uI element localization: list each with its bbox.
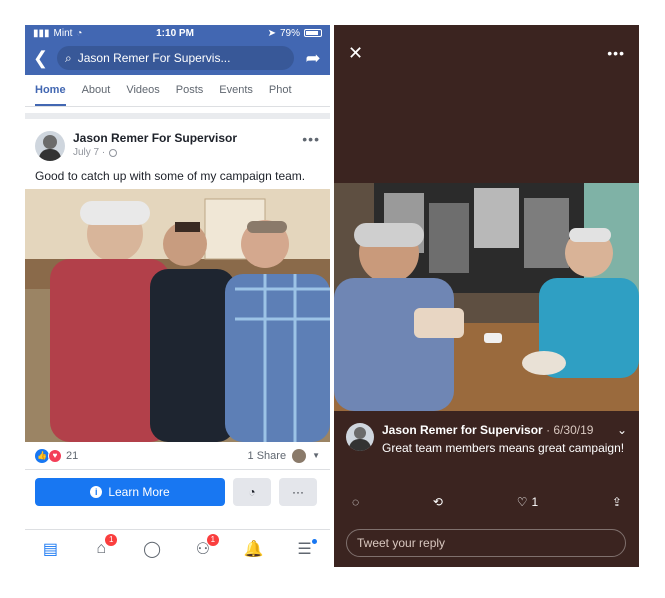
twitter-screen: ✕ ••• Jason Remer for Supervisor · 6/30/… <box>334 25 639 567</box>
tweet-actions: ◌ ⟲ ♡ 1 ⇪ <box>352 495 622 509</box>
status-right: ➤ 79% <box>268 28 322 39</box>
facebook-screen: ▮▮▮ Mint ◔ 1:10 PM ➤ 79% ❮ ⌕ Jason Remer… <box>25 25 330 567</box>
marketplace-badge: 1 <box>105 533 118 546</box>
news-feed-icon[interactable]: ▤ <box>38 537 62 561</box>
signal-icon: ▮▮▮ <box>33 27 50 39</box>
post-date-row: July 7 · <box>73 147 237 158</box>
page-mini-avatar[interactable] <box>292 448 307 463</box>
tab-home[interactable]: Home <box>35 75 66 106</box>
tweet-author[interactable]: Jason Remer for Supervisor <box>382 423 543 437</box>
tweet-date: · 6/30/19 <box>542 423 594 437</box>
cta-row: i Learn More ◔ ··· <box>25 470 330 514</box>
wifi-icon: ◔ <box>76 27 83 39</box>
status-left: ▮▮▮ Mint ◔ <box>33 28 82 39</box>
reply-button[interactable]: ◌ <box>352 495 359 509</box>
reply-icon: ◌ <box>352 495 360 509</box>
post-header: Jason Remer For Supervisor July 7 · ••• <box>25 125 330 167</box>
groups-icon[interactable]: ⚇ 1 <box>191 533 219 561</box>
divider <box>25 113 330 119</box>
retweet-icon: ⟲ <box>432 495 443 509</box>
post-meta: Jason Remer For Supervisor July 7 · <box>73 131 237 158</box>
battery-icon <box>303 29 322 37</box>
reply-placeholder: Tweet your reply <box>357 536 446 550</box>
tab-photos[interactable]: Phot <box>269 75 292 106</box>
reactions-right: 1 Share ▼ <box>248 448 320 463</box>
search-bar[interactable]: ⌕ Jason Remer For Supervis... <box>57 46 294 70</box>
menu-notification-dot <box>311 538 317 544</box>
tab-events[interactable]: Events <box>219 75 253 106</box>
battery-percent: 79% <box>279 27 300 39</box>
location-icon: ➤ <box>267 27 276 39</box>
tweet-reply-input[interactable]: Tweet your reply <box>346 529 626 557</box>
tweet-top-bar: ✕ ••• <box>334 25 639 81</box>
search-icon: ⌕ <box>65 50 72 65</box>
post-text: Good to catch up with some of my campaig… <box>35 169 306 183</box>
messenger-button[interactable]: ◔ <box>233 478 271 506</box>
chevron-down-icon[interactable]: ⌄ <box>617 423 627 437</box>
tweet-caption: Jason Remer for Supervisor · 6/30/19 Gre… <box>346 423 627 456</box>
globe-icon <box>109 148 118 157</box>
back-chevron-icon[interactable]: ❮ <box>33 48 48 69</box>
heart-icon: ♡ <box>516 495 528 509</box>
more-label: ··· <box>292 485 304 499</box>
status-bar: ▮▮▮ Mint ◔ 1:10 PM ➤ 79% <box>25 25 330 41</box>
reaction-count: 21 <box>66 449 79 462</box>
bell-icon[interactable]: 🔔 <box>242 537 266 561</box>
post-author[interactable]: Jason Remer For Supervisor <box>73 131 237 145</box>
chevron-down-icon[interactable]: ▼ <box>312 451 320 460</box>
marketplace-icon[interactable]: ⌂ 1 <box>89 533 118 561</box>
like-count: 1 <box>531 495 539 509</box>
love-reaction-icon: ♥ <box>48 448 62 463</box>
retweet-button[interactable]: ⟲ <box>433 495 443 509</box>
bottom-nav: ▤ ⌂ 1 ◯ ⚇ 1 🔔 ☰ <box>25 529 330 567</box>
more-options-icon[interactable]: ••• <box>607 45 625 61</box>
tab-videos[interactable]: Videos <box>126 75 159 106</box>
groups-badge: 1 <box>206 533 219 546</box>
more-button[interactable]: ··· <box>279 478 317 506</box>
close-icon[interactable]: ✕ <box>348 43 363 64</box>
search-text: Jason Remer For Supervis... <box>77 51 231 65</box>
like-button[interactable]: ♡ 1 <box>517 495 538 509</box>
tweet-photo-illustration <box>334 183 639 411</box>
learn-more-button[interactable]: i Learn More <box>35 478 225 506</box>
reactions-bar: 👍 ♥ 21 1 Share ▼ <box>25 442 330 470</box>
learn-more-label: Learn More <box>108 485 170 499</box>
tweet-meta: Jason Remer for Supervisor · 6/30/19 <box>382 423 624 437</box>
top-nav: ❮ ⌕ Jason Remer For Supervis... ➦ <box>25 41 330 75</box>
share-count[interactable]: 1 Share <box>248 450 287 462</box>
carrier-label: Mint <box>53 27 73 39</box>
share-button[interactable]: ⇪ <box>612 495 622 509</box>
tweet-body: Jason Remer for Supervisor · 6/30/19 Gre… <box>382 423 624 456</box>
tweet-photo[interactable] <box>334 183 639 411</box>
tweet-text: Great team members means great campaign! <box>382 441 625 455</box>
menu-icon[interactable]: ☰ <box>293 537 317 561</box>
info-icon: i <box>90 486 103 498</box>
avatar[interactable] <box>35 131 65 161</box>
post-photo-illustration <box>25 189 330 442</box>
tab-about[interactable]: About <box>82 75 111 106</box>
share-arrow-icon[interactable]: ➦ <box>304 48 322 69</box>
post-photo[interactable] <box>25 189 330 442</box>
tab-posts[interactable]: Posts <box>176 75 204 106</box>
messenger-icon: ◔ <box>248 485 256 499</box>
share-icon: ⇪ <box>611 495 622 509</box>
reactions-left[interactable]: 👍 ♥ 21 <box>35 448 79 463</box>
post-date[interactable]: July 7 · <box>73 147 105 158</box>
profile-icon[interactable]: ◯ <box>140 537 164 561</box>
status-time: 1:10 PM <box>156 27 194 39</box>
avatar[interactable] <box>346 423 374 451</box>
post-more-icon[interactable]: ••• <box>302 131 320 147</box>
page-tabs: Home About Videos Posts Events Phot <box>25 75 330 107</box>
like-reaction-icon: 👍 <box>35 448 49 463</box>
